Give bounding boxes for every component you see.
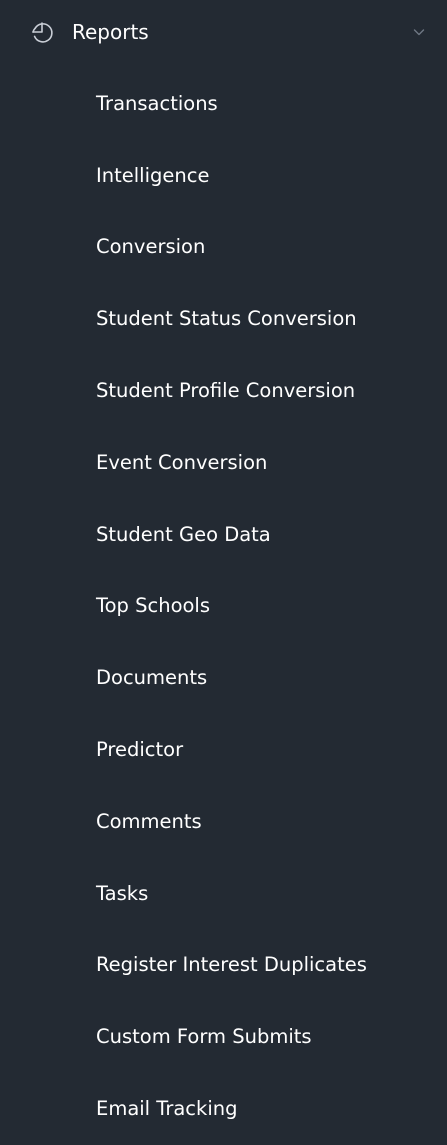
submenu-item-label: Comments xyxy=(96,809,202,833)
submenu-item-tasks[interactable]: Tasks xyxy=(0,858,447,930)
submenu-item-register-interest-duplicates[interactable]: Register Interest Duplicates xyxy=(0,930,447,1002)
reports-menu-toggle[interactable]: Reports xyxy=(0,0,447,64)
submenu-item-label: Custom Form Submits xyxy=(96,1025,312,1049)
submenu-item-label: Conversion xyxy=(96,235,206,259)
submenu-item-documents[interactable]: Documents xyxy=(0,642,447,714)
submenu-item-intelligence[interactable]: Intelligence xyxy=(0,140,447,212)
pie-chart-icon xyxy=(30,20,54,44)
chevron-down-icon[interactable] xyxy=(411,24,427,40)
submenu-item-event-conversion[interactable]: Event Conversion xyxy=(0,427,447,499)
submenu-item-label: Student Status Conversion xyxy=(96,307,357,331)
submenu-item-conversion[interactable]: Conversion xyxy=(0,212,447,284)
reports-menu-label: Reports xyxy=(72,20,149,44)
submenu-item-label: Predictor xyxy=(96,738,184,762)
submenu-item-label: Documents xyxy=(96,666,208,690)
submenu-item-transactions[interactable]: Transactions xyxy=(0,68,447,140)
submenu-item-label: Intelligence xyxy=(96,163,210,187)
submenu-item-label: Tasks xyxy=(96,881,149,905)
submenu-item-student-profile-conversion[interactable]: Student Profile Conversion xyxy=(0,355,447,427)
submenu-item-label: Event Conversion xyxy=(96,450,268,474)
submenu-item-email-tracking[interactable]: Email Tracking xyxy=(0,1073,447,1145)
submenu-item-predictor[interactable]: Predictor xyxy=(0,714,447,786)
submenu-item-top-schools[interactable]: Top Schools xyxy=(0,571,447,643)
submenu-item-label: Student Geo Data xyxy=(96,522,271,546)
submenu-item-custom-form-submits[interactable]: Custom Form Submits xyxy=(0,1001,447,1073)
submenu-item-label: Top Schools xyxy=(96,594,211,618)
sidebar-menu: Reports Transactions Intelligence Conver… xyxy=(0,0,447,1138)
submenu-item-label: Register Interest Duplicates xyxy=(96,953,367,977)
reports-submenu: Transactions Intelligence Conversion Stu… xyxy=(0,68,447,1145)
submenu-item-label: Student Profile Conversion xyxy=(96,379,356,403)
submenu-item-label: Transactions xyxy=(96,91,218,115)
submenu-item-label: Email Tracking xyxy=(96,1097,238,1121)
submenu-item-comments[interactable]: Comments xyxy=(0,786,447,858)
submenu-item-student-geo-data[interactable]: Student Geo Data xyxy=(0,499,447,571)
submenu-item-student-status-conversion[interactable]: Student Status Conversion xyxy=(0,283,447,355)
